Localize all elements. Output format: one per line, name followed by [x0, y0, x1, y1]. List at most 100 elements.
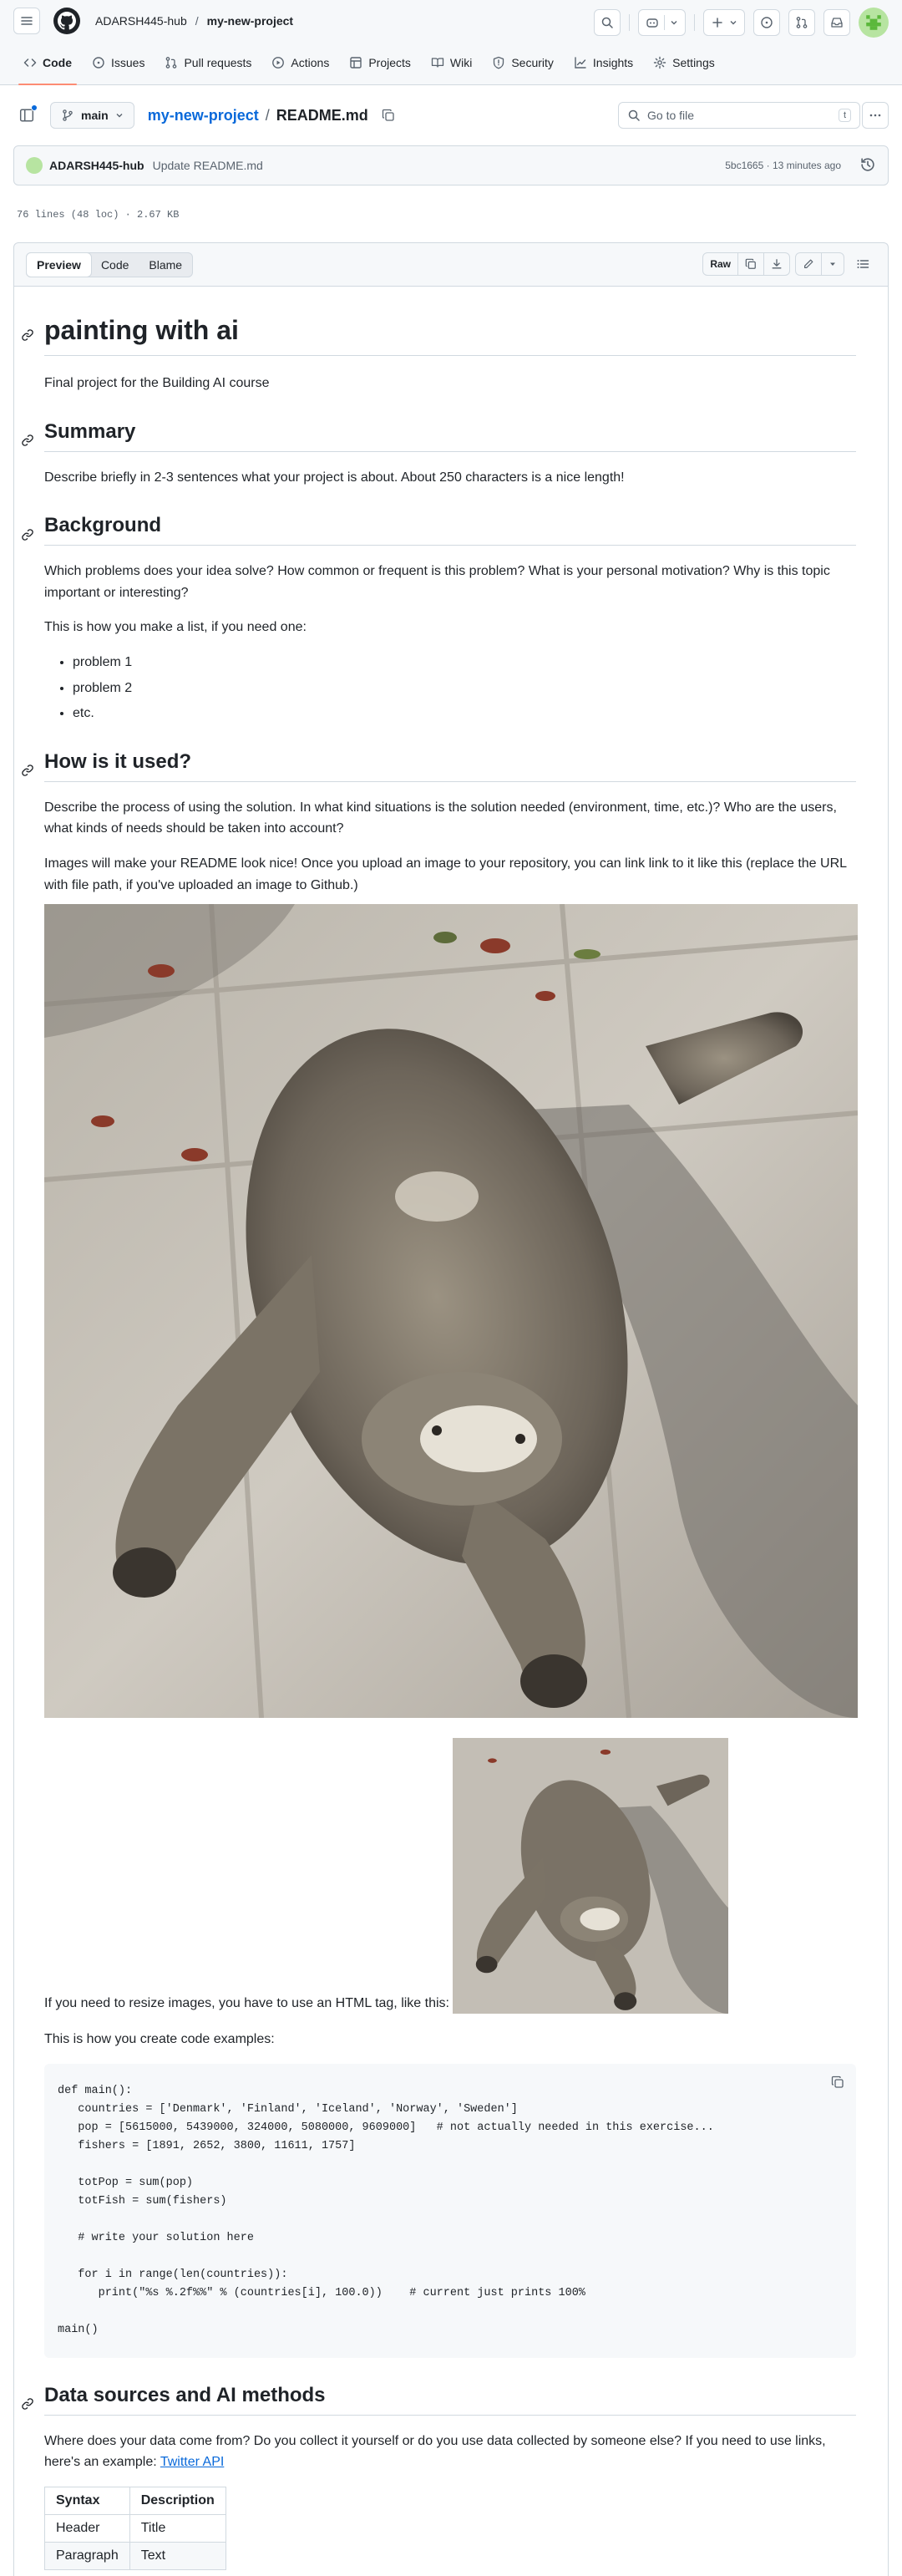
- file-info: 76 lines (48 loc) · 2.67 KB: [17, 209, 180, 221]
- cat-photo-illustration: [44, 904, 858, 1719]
- inbox-button[interactable]: [823, 9, 850, 36]
- tab-label: Pull requests: [184, 56, 252, 69]
- background-text: Which problems does your idea solve? How…: [44, 564, 830, 600]
- menu-button[interactable]: [13, 8, 40, 34]
- github-logo-icon[interactable]: [53, 8, 80, 34]
- create-new-button[interactable]: [703, 9, 745, 36]
- chevron-down-icon: [116, 114, 123, 118]
- anchor-link-icon[interactable]: [21, 434, 34, 447]
- copy-code-button[interactable]: [831, 2076, 844, 2089]
- commit-message[interactable]: Update README.md: [153, 159, 263, 172]
- file-header: main my-new-project / README.md Go to fi…: [0, 85, 902, 145]
- breadcrumb-owner[interactable]: ADARSH445-hub: [95, 14, 187, 28]
- branch-selector[interactable]: main: [50, 102, 134, 129]
- shield-icon: [494, 56, 504, 69]
- blame-mode-button[interactable]: Blame: [139, 253, 192, 277]
- edit-actions-group: [795, 252, 844, 276]
- table-header: Syntax: [44, 2486, 130, 2515]
- tab-pull-requests[interactable]: Pull requests: [155, 41, 261, 84]
- tab-actions[interactable]: Actions: [261, 41, 339, 84]
- identicon-icon: [866, 15, 881, 30]
- author-avatar[interactable]: [26, 157, 43, 174]
- outline-button[interactable]: [849, 252, 876, 276]
- edit-button[interactable]: [795, 252, 822, 276]
- tab-label: Insights: [592, 56, 634, 69]
- chevron-down-icon: [730, 21, 737, 25]
- tab-label: Projects: [368, 56, 411, 69]
- download-button[interactable]: [763, 252, 790, 276]
- twitter-api-link[interactable]: Twitter API: [160, 2455, 224, 2469]
- edit-options-button[interactable]: [821, 252, 844, 276]
- graph-icon: [575, 57, 586, 69]
- issue-icon: [93, 57, 104, 69]
- table-cell: Header: [44, 2513, 130, 2543]
- cat-photo-large[interactable]: [44, 904, 858, 1719]
- header-actions: [594, 8, 889, 38]
- readme-content: painting with ai Final project for the B…: [13, 286, 889, 2576]
- history-button[interactable]: [859, 156, 876, 173]
- list-intro: This is how you make a list, if you need…: [44, 620, 307, 635]
- branch-icon: [63, 109, 73, 121]
- tab-issues[interactable]: Issues: [82, 41, 155, 84]
- table-cell: Title: [129, 2513, 226, 2543]
- expand-file-tree-button[interactable]: [13, 102, 40, 129]
- view-mode-toggle: Preview Code Blame: [26, 252, 194, 277]
- tab-wiki[interactable]: Wiki: [421, 41, 482, 84]
- go-to-file-placeholder: Go to file: [647, 109, 695, 122]
- list-item: etc.: [73, 703, 856, 724]
- issues-button[interactable]: [753, 9, 780, 36]
- copy-raw-button[interactable]: [737, 252, 764, 276]
- anchor-link-icon[interactable]: [21, 528, 34, 541]
- issue-icon: [761, 17, 773, 28]
- search-button[interactable]: [594, 9, 621, 36]
- latest-commit-bar: ADARSH445-hub Update README.md 5bc1665 ·…: [13, 145, 889, 185]
- kebab-horizontal-icon: [869, 114, 881, 117]
- commit-author[interactable]: ADARSH445-hub: [49, 159, 144, 172]
- user-avatar[interactable]: [859, 8, 889, 38]
- background-heading: Background: [44, 513, 856, 546]
- code-mode-button[interactable]: Code: [91, 253, 139, 277]
- copy-icon: [831, 2076, 844, 2088]
- tab-projects[interactable]: Projects: [339, 41, 421, 84]
- anchor-link-icon[interactable]: [21, 328, 34, 342]
- go-to-file-input[interactable]: Go to file t: [618, 102, 860, 129]
- file-actions: Raw: [702, 252, 876, 276]
- path-separator: /: [265, 106, 270, 124]
- summary-heading: Summary: [44, 419, 856, 452]
- readme-title: painting with ai: [44, 313, 856, 356]
- tab-label: Code: [43, 56, 72, 69]
- chevron-down-icon: [671, 21, 677, 25]
- commit-meta[interactable]: 5bc1665 · 13 minutes ago: [725, 160, 841, 171]
- heading-usage-wrap: How is it used?: [22, 749, 856, 782]
- anchor-link-icon[interactable]: [21, 764, 34, 777]
- preview-mode-button[interactable]: Preview: [26, 252, 92, 277]
- heading-title-wrap: painting with ai: [22, 313, 856, 356]
- copilot-button[interactable]: [638, 9, 686, 36]
- more-options-button[interactable]: [862, 102, 889, 129]
- breadcrumb-repo[interactable]: my-new-project: [207, 14, 293, 28]
- raw-button[interactable]: Raw: [702, 252, 738, 276]
- tab-settings[interactable]: Settings: [643, 41, 725, 84]
- pencil-icon: [804, 259, 813, 268]
- images-text: Images will make your README look nice! …: [44, 856, 847, 892]
- cat-photo-small[interactable]: [453, 1738, 728, 2015]
- data-text: Where does your data come from? Do you c…: [44, 2431, 856, 2473]
- heading-summary-wrap: Summary: [22, 419, 856, 452]
- global-header: ADARSH445-hub / my-new-project: [0, 0, 902, 42]
- resize-example-row: If you need to resize images, you have t…: [44, 1738, 856, 2015]
- raw-actions-group: Raw: [702, 252, 790, 276]
- list-item: problem 2: [73, 678, 856, 699]
- usage-heading: How is it used?: [44, 749, 856, 782]
- copy-path-button[interactable]: [382, 109, 395, 122]
- anchor-link-icon[interactable]: [21, 2397, 34, 2411]
- hamburger-icon: [21, 17, 33, 25]
- breadcrumb-separator: /: [195, 14, 199, 28]
- tab-insights[interactable]: Insights: [564, 41, 643, 84]
- tab-code[interactable]: Code: [13, 41, 82, 85]
- tab-security[interactable]: Security: [482, 41, 564, 84]
- intro-text: Final project for the Building AI course: [44, 376, 270, 390]
- repo-root-link[interactable]: my-new-project: [148, 107, 259, 124]
- tab-label: Issues: [111, 56, 145, 69]
- gear-icon: [653, 56, 666, 69]
- pull-requests-button[interactable]: [788, 9, 815, 36]
